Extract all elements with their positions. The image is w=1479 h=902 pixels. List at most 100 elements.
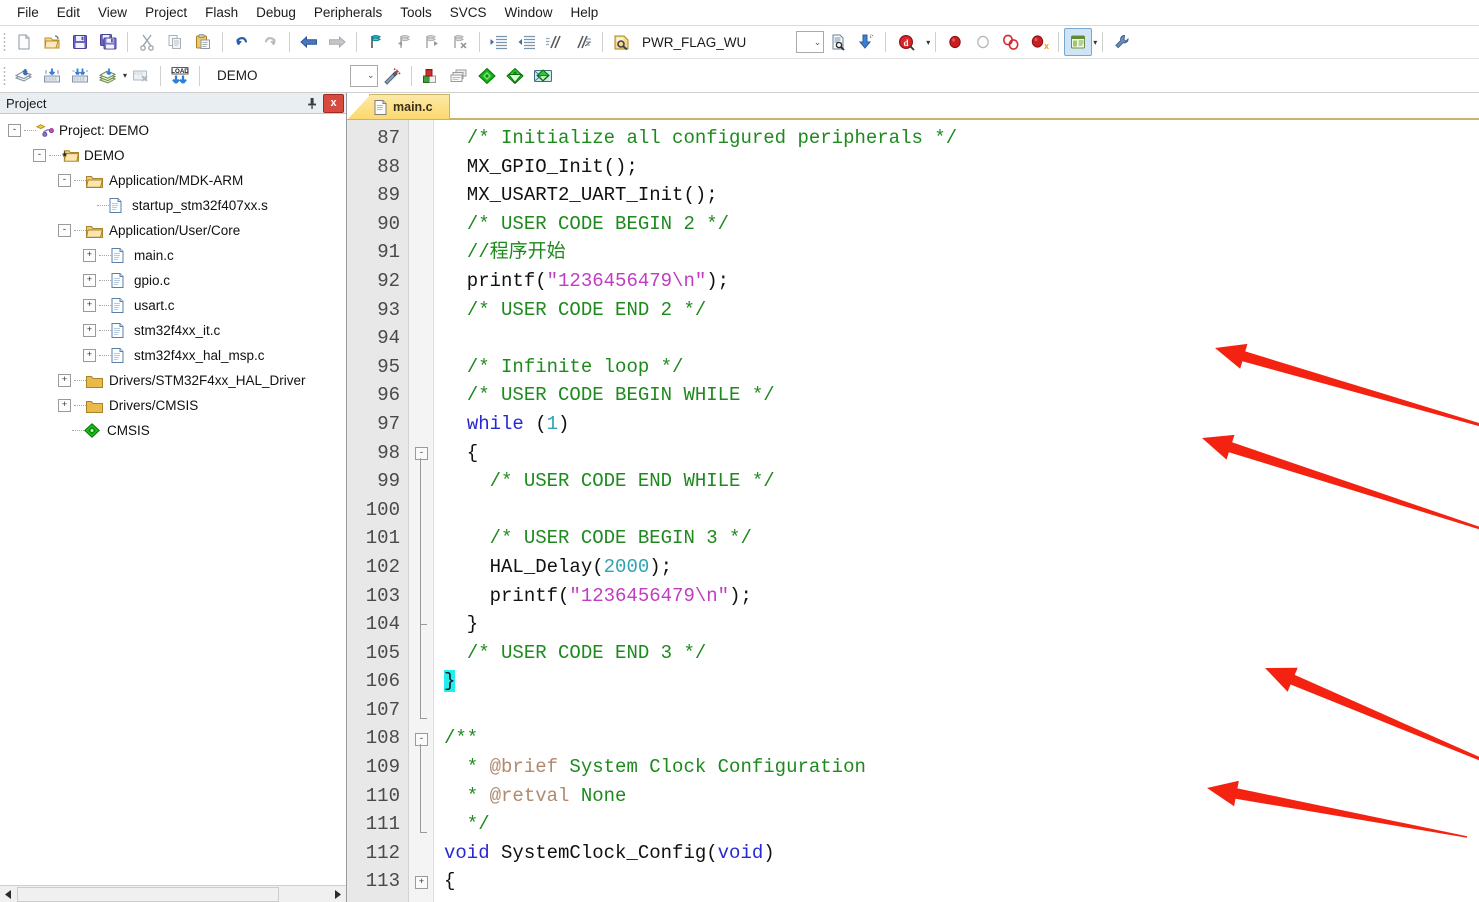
code-line[interactable]: * @retval None: [444, 782, 1479, 811]
code-line[interactable]: /* USER CODE BEGIN 3 */: [444, 524, 1479, 553]
menu-item-flash[interactable]: Flash: [196, 2, 247, 23]
batch-build-icon[interactable]: [94, 62, 122, 90]
fold-toggle-icon[interactable]: +: [415, 875, 428, 889]
collapse-toggle-icon[interactable]: -: [58, 174, 71, 187]
tree-item[interactable]: + Drivers/CMSIS: [0, 393, 346, 418]
tree-item[interactable]: + gpio.c: [0, 268, 346, 293]
code-line[interactable]: */: [444, 810, 1479, 839]
menu-item-project[interactable]: Project: [136, 2, 196, 23]
build-icon[interactable]: [38, 62, 66, 90]
code-line[interactable]: void SystemClock_Config(void): [444, 839, 1479, 868]
code-line[interactable]: /**: [444, 724, 1479, 753]
search-dropdown[interactable]: ⌄: [796, 31, 825, 53]
tree-item[interactable]: + stm32f4xx_hal_msp.c: [0, 343, 346, 368]
code-line[interactable]: [444, 324, 1479, 353]
collapse-toggle-icon[interactable]: -: [58, 224, 71, 237]
code-line[interactable]: /* USER CODE END WHILE */: [444, 467, 1479, 496]
translate-icon[interactable]: [10, 62, 38, 90]
menu-item-tools[interactable]: Tools: [391, 2, 441, 23]
tree-item[interactable]: + main.c: [0, 243, 346, 268]
expand-toggle-icon[interactable]: +: [83, 274, 96, 287]
menu-item-debug[interactable]: Debug: [247, 2, 305, 23]
target-name-label[interactable]: DEMO: [205, 68, 264, 83]
code-line[interactable]: /* USER CODE END 3 */: [444, 639, 1479, 668]
disable-all-breakpoints-icon[interactable]: [997, 28, 1025, 56]
target-dropdown[interactable]: ⌄: [349, 64, 378, 87]
find-in-files-icon[interactable]: [608, 28, 636, 56]
expand-toggle-icon[interactable]: +: [58, 399, 71, 412]
find-in-files-list-icon[interactable]: [824, 28, 852, 56]
bookmark-clear-icon[interactable]: [446, 28, 474, 56]
find-combo-text[interactable]: PWR_FLAG_WU: [636, 35, 752, 50]
manage-windows-dropdown-caret[interactable]: ▾: [1093, 38, 1097, 47]
comment-icon[interactable]: [541, 28, 569, 56]
expand-toggle-icon[interactable]: +: [83, 249, 96, 262]
rebuild-icon[interactable]: [66, 62, 94, 90]
bookmark-toggle-icon[interactable]: [362, 28, 390, 56]
code-line[interactable]: /* Infinite loop */: [444, 353, 1479, 382]
navigate-back-icon[interactable]: [295, 28, 323, 56]
tree-item[interactable]: startup_stm32f407xx.s: [0, 193, 346, 218]
new-file-icon[interactable]: [10, 28, 38, 56]
code-viewport[interactable]: 87 88 89 90 91 92 93 94 95 96 97 98 99 100 101 102 103 10…: [347, 120, 1479, 902]
redo-icon[interactable]: [256, 28, 284, 56]
menu-item-edit[interactable]: Edit: [48, 2, 89, 23]
save-icon[interactable]: [66, 28, 94, 56]
paste-icon[interactable]: [189, 28, 217, 56]
undo-icon[interactable]: [228, 28, 256, 56]
menu-item-window[interactable]: Window: [495, 2, 561, 23]
select-software-packs-icon[interactable]: [529, 62, 557, 90]
enable-breakpoint-icon[interactable]: [969, 28, 997, 56]
start-debug-icon[interactable]: d: [891, 28, 925, 56]
insert-breakpoint-icon[interactable]: [941, 28, 969, 56]
pin-icon[interactable]: [303, 95, 321, 112]
manage-run-time-env-icon[interactable]: [501, 62, 529, 90]
code-line[interactable]: [444, 496, 1479, 525]
code-line[interactable]: while (1): [444, 410, 1479, 439]
outdent-icon[interactable]: [513, 28, 541, 56]
scroll-left-arrow[interactable]: [0, 886, 17, 902]
code-text[interactable]: /* Initialize all configured peripherals…: [434, 120, 1479, 902]
project-tree[interactable]: - Project: DEMO - DEMO - Application/MDK-ARM s…: [0, 114, 346, 885]
configure-toolbar-icon[interactable]: [1108, 28, 1136, 56]
download-icon[interactable]: LOAD: [166, 62, 194, 90]
collapse-toggle-icon[interactable]: -: [33, 149, 46, 162]
toolbar-grip[interactable]: [3, 32, 6, 52]
fold-toggle-icon[interactable]: -: [415, 732, 428, 746]
tree-item[interactable]: - Application/User/Core: [0, 218, 346, 243]
menu-item-peripherals[interactable]: Peripherals: [305, 2, 391, 23]
expand-toggle-icon[interactable]: +: [83, 299, 96, 312]
code-line[interactable]: HAL_Delay(2000);: [444, 553, 1479, 582]
code-line[interactable]: printf("1236456479\n");: [444, 582, 1479, 611]
project-horizontal-scrollbar[interactable]: [0, 885, 346, 902]
uncomment-icon[interactable]: [569, 28, 597, 56]
tree-item[interactable]: + usart.c: [0, 293, 346, 318]
menu-item-view[interactable]: View: [89, 2, 136, 23]
code-line[interactable]: [444, 696, 1479, 725]
manage-multi-project-icon[interactable]: [445, 62, 473, 90]
close-icon[interactable]: x: [323, 93, 344, 113]
code-line[interactable]: /* USER CODE BEGIN 2 */: [444, 210, 1479, 239]
cut-icon[interactable]: [133, 28, 161, 56]
code-line[interactable]: /* USER CODE END 2 */: [444, 296, 1479, 325]
code-line[interactable]: }: [444, 667, 1479, 696]
code-line[interactable]: MX_USART2_UART_Init();: [444, 181, 1479, 210]
menu-item-file[interactable]: File: [8, 2, 48, 23]
debug-dropdown-caret[interactable]: ▾: [926, 38, 930, 47]
tree-item[interactable]: - DEMO: [0, 143, 346, 168]
code-line[interactable]: MX_GPIO_Init();: [444, 153, 1479, 182]
tree-item[interactable]: - Project: DEMO: [0, 118, 346, 143]
stop-build-icon[interactable]: [127, 62, 155, 90]
scroll-thumb[interactable]: [17, 886, 280, 902]
fold-toggle-icon[interactable]: -: [415, 446, 428, 460]
copy-icon[interactable]: [161, 28, 189, 56]
tree-item[interactable]: + Drivers/STM32F4xx_HAL_Driver: [0, 368, 346, 393]
tab-main-c[interactable]: main.c: [369, 94, 450, 119]
bookmark-next-icon[interactable]: [418, 28, 446, 56]
code-line[interactable]: /* USER CODE BEGIN WHILE */: [444, 381, 1479, 410]
manage-project-items-icon[interactable]: [417, 62, 445, 90]
code-line[interactable]: {: [444, 867, 1479, 896]
menu-item-help[interactable]: Help: [562, 2, 608, 23]
code-line[interactable]: }: [444, 610, 1479, 639]
tree-item[interactable]: - Application/MDK-ARM: [0, 168, 346, 193]
